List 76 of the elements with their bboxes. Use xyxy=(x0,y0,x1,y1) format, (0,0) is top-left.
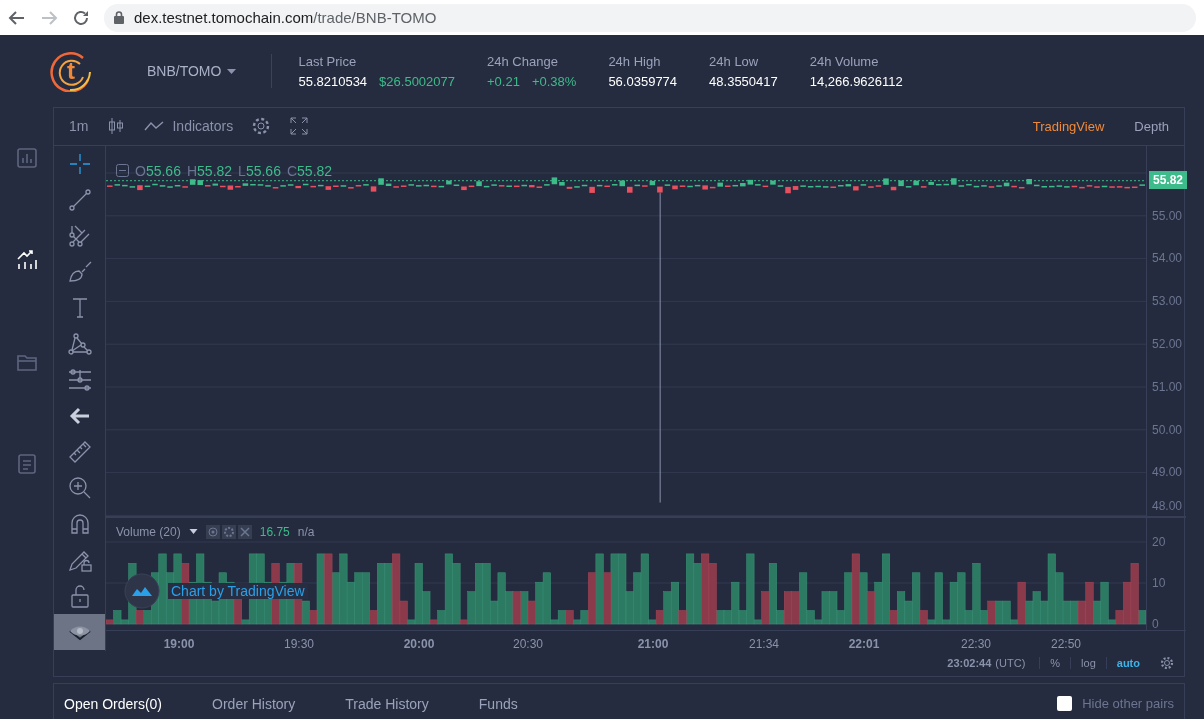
logo: t xyxy=(50,50,92,92)
price-tick: 51.00 xyxy=(1152,379,1183,394)
order-tab[interactable]: Order History xyxy=(212,695,296,712)
reload-icon[interactable] xyxy=(72,8,90,27)
collapse-icon[interactable] xyxy=(116,164,129,178)
time-tick: 22:50 xyxy=(1051,636,1081,651)
checkbox[interactable] xyxy=(1057,696,1073,711)
time-tick: 19:00 xyxy=(163,636,195,651)
fullscreen-icon[interactable] xyxy=(289,116,310,137)
stat-value: $26.5002077 xyxy=(379,73,456,89)
view-tab[interactable]: Depth xyxy=(1134,118,1169,134)
price-tick: 49.00 xyxy=(1152,465,1183,480)
caret-icon xyxy=(227,68,237,74)
ohlc-value: O55.66 xyxy=(135,162,181,179)
price-tick: 53.00 xyxy=(1152,294,1183,309)
stat-value: 56.0359774 xyxy=(608,73,678,89)
stat-value: 55.8210534 xyxy=(298,73,368,89)
volume-tick: 20 xyxy=(1152,534,1166,549)
price-tick: 50.00 xyxy=(1152,422,1183,437)
scale-option[interactable]: auto xyxy=(1105,657,1150,670)
url-text: dex.testnet.tomochain.com/trade/BNB-TOMO xyxy=(134,9,437,26)
line-icon[interactable] xyxy=(66,186,93,213)
checkbox-label: Hide other pairs xyxy=(1082,696,1174,711)
time-tick: 21:00 xyxy=(637,636,669,651)
volume-value: 16.75 xyxy=(259,524,290,539)
settings-icon[interactable] xyxy=(221,524,236,539)
volume-extra: n/a xyxy=(297,524,315,539)
time-tick: 20:00 xyxy=(403,636,435,651)
back-icon[interactable] xyxy=(8,8,26,27)
close-icon[interactable] xyxy=(237,524,252,539)
lock-icon xyxy=(114,11,124,24)
time-tick: 22:01 xyxy=(848,636,880,651)
order-tab[interactable]: Open Orders(0) xyxy=(64,695,163,712)
stat-value: +0.21 xyxy=(487,73,520,89)
stat-label: Last Price xyxy=(298,53,358,69)
stat-label: 24h Low xyxy=(709,53,760,69)
tradingview-logo-icon[interactable] xyxy=(124,572,160,609)
time-tick: 22:30 xyxy=(961,636,991,651)
ohlc-value: L55.66 xyxy=(238,162,281,179)
time-tick: 19:30 xyxy=(284,636,314,651)
price-tick: 48.00 xyxy=(1152,498,1183,513)
timezone-label[interactable]: (UTC) xyxy=(995,657,1026,670)
caret-icon[interactable] xyxy=(188,529,198,535)
last-price-label: 55.82 xyxy=(1149,170,1188,189)
address-bar[interactable]: dex.testnet.tomochain.com/trade/BNB-TOMO xyxy=(104,3,1196,32)
volume-tick: 0 xyxy=(1152,616,1159,631)
price-tick: 55.00 xyxy=(1152,208,1183,223)
stat-label: 24h Volume xyxy=(809,53,880,69)
clock-time: 23:02:44 xyxy=(947,657,992,670)
ohlc-value: C55.82 xyxy=(286,162,333,179)
stat-value: 48.3550417 xyxy=(709,73,778,89)
price-tick: 54.00 xyxy=(1152,251,1183,266)
time-tick: 20:30 xyxy=(513,636,543,651)
scale-option[interactable]: % xyxy=(1039,657,1071,670)
indicators-button[interactable]: Indicators xyxy=(144,118,234,135)
ohlc-value: H55.82 xyxy=(186,162,233,179)
stat-value: 14,266.9626112 xyxy=(809,73,903,89)
volume-tick: 10 xyxy=(1152,575,1166,590)
levels-icon[interactable] xyxy=(66,366,93,393)
price-tick: 52.00 xyxy=(1152,337,1183,351)
scale-option[interactable]: log xyxy=(1070,657,1106,670)
settings-icon[interactable] xyxy=(1160,656,1174,671)
stat-label: 24h High xyxy=(608,53,662,69)
volume-title[interactable]: Volume (20) xyxy=(116,524,181,539)
pair-selector[interactable]: BNB/TOMO xyxy=(147,54,273,88)
line-chart-icon[interactable] xyxy=(144,120,165,133)
stat-label: 24h Change xyxy=(487,53,559,69)
time-tick: 21:34 xyxy=(749,636,779,651)
hide-drawings-button[interactable] xyxy=(54,613,105,650)
interval-button[interactable]: 1m xyxy=(69,118,89,135)
order-tab[interactable]: Trade History xyxy=(345,695,429,712)
order-tab[interactable]: Funds xyxy=(478,695,518,712)
stat-value: +0.38% xyxy=(531,73,577,89)
view-tab[interactable]: TradingView xyxy=(1032,118,1105,134)
zoom-icon[interactable] xyxy=(66,474,93,501)
settings-icon[interactable] xyxy=(251,116,272,137)
